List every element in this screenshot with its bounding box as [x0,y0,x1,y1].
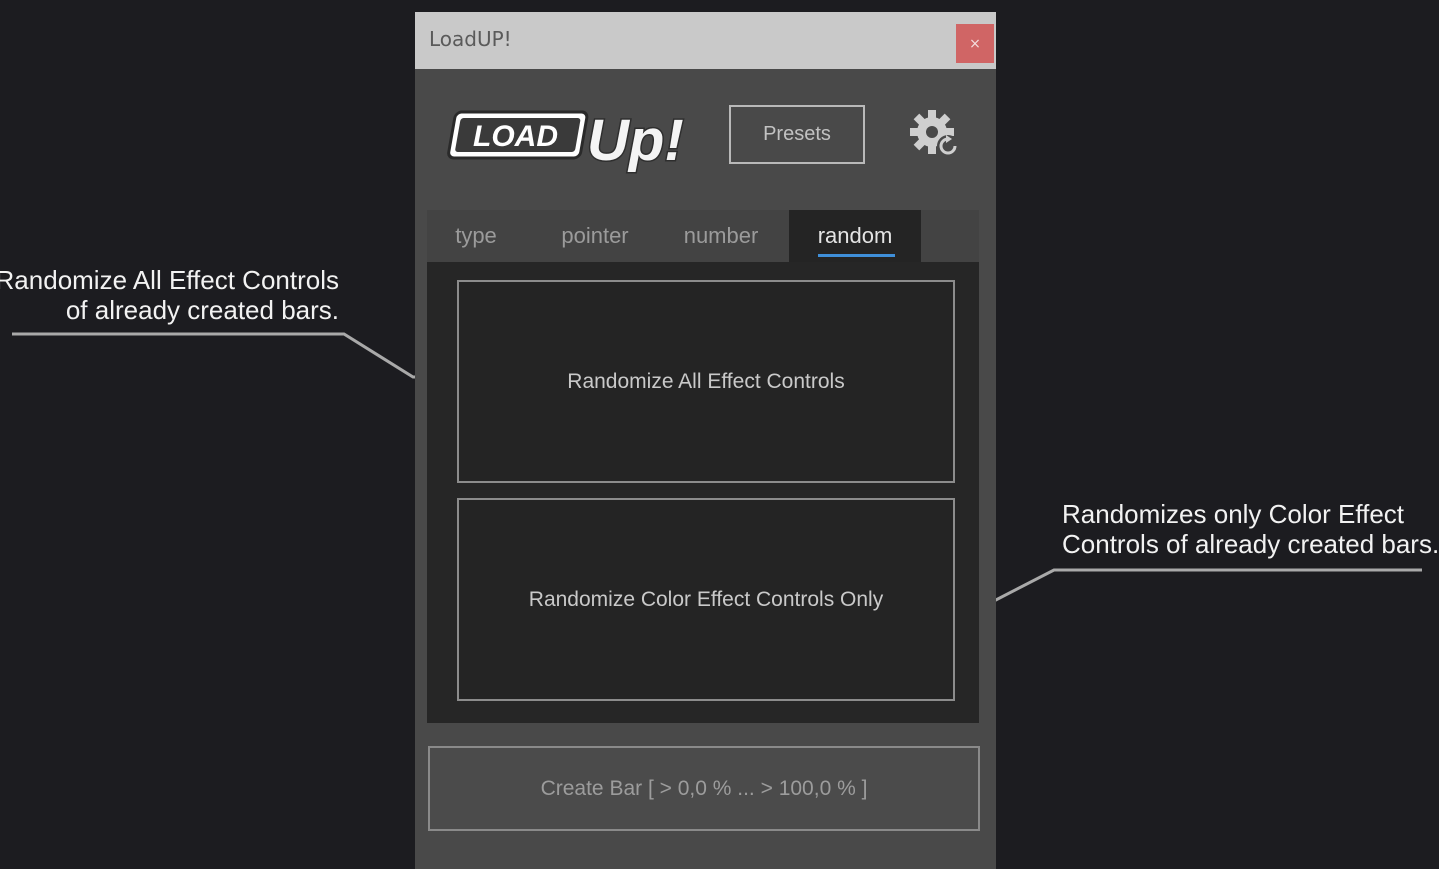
tab-type[interactable]: type [427,210,525,262]
tab-label: pointer [561,223,629,248]
close-button[interactable]: × [956,24,994,63]
annotation-left-line-2: of already created bars. [65,295,339,325]
close-icon: × [969,35,981,52]
window-title: LoadUP! [429,27,512,51]
randomize-color-button[interactable]: Randomize Color Effect Controls Only [457,498,955,701]
left-leader-line [12,332,472,379]
loadup-panel: LoadUP! × LOAD Up! Presets type pointer … [415,12,996,869]
tab-label: number [683,223,759,248]
annotation-right-line-1: Randomizes only Color Effect [1062,499,1405,529]
tab-label: type [455,223,497,248]
tab-number[interactable]: number [667,210,775,262]
logo-text-load: LOAD [473,120,558,153]
tab-label: random [817,223,893,248]
loadup-logo: LOAD Up! [447,107,685,175]
create-bar-button[interactable]: Create Bar [ > 0,0 % ... > 100,0 % ] [428,746,980,831]
presets-button[interactable]: Presets [729,105,865,164]
annotation-right-line-2: Controls of already created bars. [1062,529,1439,559]
tab-container: type pointer number random Randomize All… [427,210,979,723]
annotation-left-line-1: Randomize All Effect Controls [0,265,339,295]
annotation-randomize-all: Randomize All Effect Controls of already… [0,265,339,325]
randomize-all-button[interactable]: Randomize All Effect Controls [457,280,955,483]
logo-text-up: Up! [587,108,684,173]
tab-pointer[interactable]: pointer [545,210,645,262]
annotation-randomize-color: Randomizes only Color Effect Controls of… [1062,499,1439,559]
tab-random[interactable]: random [789,210,921,262]
title-bar: LoadUP! × [415,12,996,69]
active-tab-indicator [818,254,895,257]
random-tab-content: Randomize All Effect Controls Randomize … [427,262,979,723]
gear-refresh-icon[interactable] [908,108,964,160]
